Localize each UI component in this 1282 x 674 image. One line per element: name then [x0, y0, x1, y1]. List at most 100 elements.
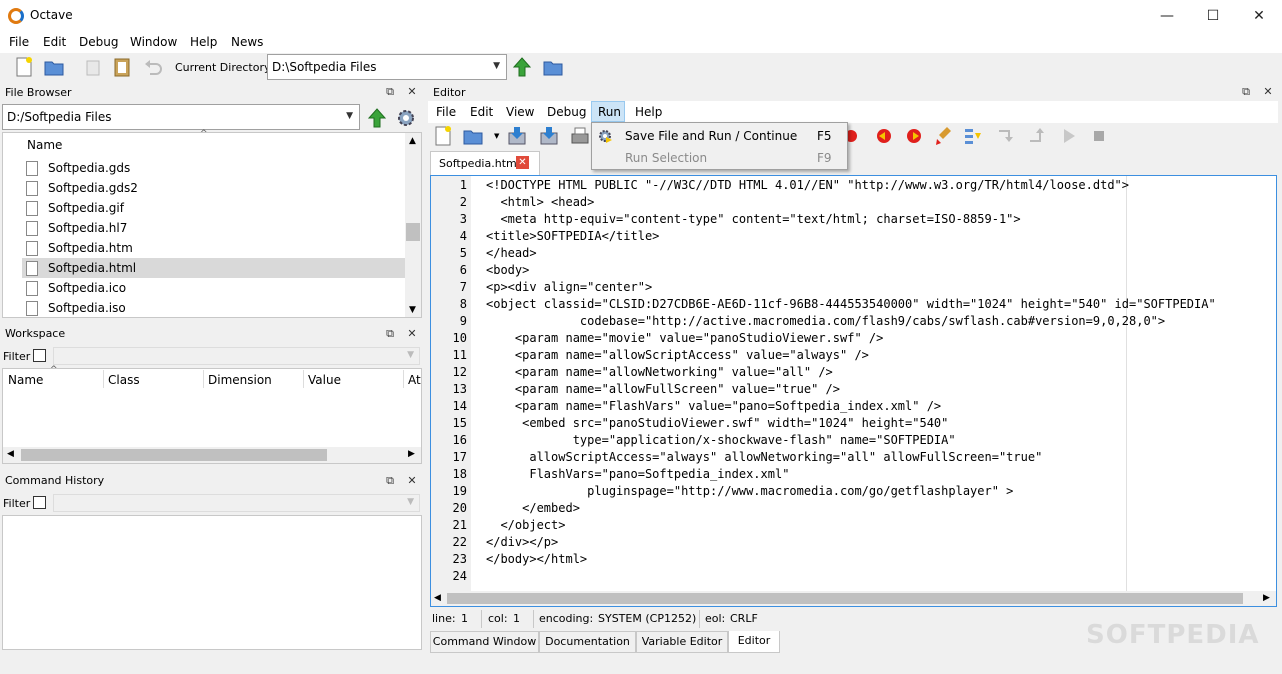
tab-variable-editor[interactable]: Variable Editor — [636, 631, 728, 653]
history-filter-input[interactable]: ▼ — [53, 494, 420, 512]
save-as-icon[interactable] — [538, 125, 560, 147]
step-in-icon[interactable] — [995, 125, 1017, 147]
editor-file-tab[interactable]: Softpedia.html ✕ — [430, 151, 540, 175]
clear-breakpoints-icon[interactable] — [933, 125, 955, 147]
file-browser-path-combo[interactable]: D:/Softpedia Files ▼ — [2, 104, 360, 130]
workspace-hscrollbar[interactable]: ◀ ▶ — [3, 447, 421, 463]
undock-icon[interactable]: ⧉ — [383, 327, 397, 341]
code-line[interactable]: <embed src="panoStudioViewer.swf" width=… — [486, 415, 1276, 432]
scroll-right-icon[interactable]: ▶ — [1263, 593, 1270, 603]
open-folder-icon[interactable] — [462, 125, 484, 147]
file-row[interactable]: Softpedia.html — [22, 258, 405, 278]
close-panel-icon[interactable]: ✕ — [405, 85, 419, 99]
workspace-col-class[interactable]: Class — [108, 373, 140, 387]
close-button[interactable]: ✕ — [1236, 0, 1282, 31]
file-row[interactable]: Softpedia.ico — [22, 278, 405, 298]
chevron-down-icon[interactable]: ▼ — [494, 132, 499, 140]
code-line[interactable]: </embed> — [486, 500, 1276, 517]
scroll-left-icon[interactable]: ◀ — [434, 593, 441, 603]
undock-icon[interactable]: ⧉ — [1239, 85, 1253, 99]
file-row[interactable]: Softpedia.gds2 — [22, 178, 405, 198]
command-history-list[interactable] — [2, 515, 422, 650]
editor-hscrollbar[interactable]: ◀ ▶ — [431, 591, 1276, 606]
code-line[interactable]: allowScriptAccess="always" allowNetworki… — [486, 449, 1276, 466]
step-icon[interactable] — [963, 125, 985, 147]
workspace-col-dimension[interactable]: Dimension — [208, 373, 272, 387]
scroll-left-icon[interactable]: ◀ — [7, 449, 14, 459]
code-line[interactable]: </body></html> — [486, 551, 1276, 568]
stop-icon[interactable] — [1088, 125, 1110, 147]
close-tab-icon[interactable]: ✕ — [516, 156, 529, 169]
code-line[interactable]: <param name="FlashVars" value="pano=Soft… — [486, 398, 1276, 415]
code-line[interactable]: <html> <head> — [486, 194, 1276, 211]
code-line[interactable]: <param name="movie" value="panoStudioVie… — [486, 330, 1276, 347]
code-line[interactable]: <object classid="CLSID:D27CDB6E-AE6D-11c… — [486, 296, 1276, 313]
undock-icon[interactable]: ⧉ — [383, 85, 397, 99]
code-line[interactable]: <p><div align="center"> — [486, 279, 1276, 296]
browse-folder-icon[interactable] — [542, 56, 564, 78]
scroll-up-icon[interactable]: ▲ — [409, 136, 416, 146]
code-line[interactable]: </head> — [486, 245, 1276, 262]
menu-edit[interactable]: Edit — [43, 35, 66, 49]
scroll-thumb[interactable] — [447, 593, 1243, 604]
parent-directory-arrow-icon[interactable] — [511, 56, 533, 78]
step-out-icon[interactable] — [1026, 125, 1048, 147]
editor-menu-debug[interactable]: Debug — [547, 105, 586, 119]
tab-documentation[interactable]: Documentation — [539, 631, 636, 653]
print-icon[interactable] — [569, 125, 591, 147]
scroll-thumb[interactable] — [21, 449, 327, 461]
code-line[interactable]: codebase="http://active.macromedia.com/f… — [486, 313, 1276, 330]
code-line[interactable]: pluginspage="http://www.macromedia.com/g… — [486, 483, 1276, 500]
new-file-icon[interactable] — [13, 56, 35, 78]
editor-menu-file[interactable]: File — [436, 105, 456, 119]
new-file-icon[interactable] — [432, 125, 454, 147]
scroll-thumb[interactable] — [406, 223, 420, 241]
workspace-col-name[interactable]: Name — [8, 373, 43, 387]
editor-menu-help[interactable]: Help — [635, 105, 662, 119]
menu-item-run-selection[interactable]: Run Selection — [625, 151, 707, 165]
code-line[interactable]: </div></p> — [486, 534, 1276, 551]
workspace-filter-input[interactable]: ▼ — [53, 347, 420, 365]
editor-menu-view[interactable]: View — [506, 105, 534, 119]
menu-file[interactable]: File — [9, 35, 29, 49]
maximize-button[interactable]: ☐ — [1190, 0, 1236, 31]
code-line[interactable]: </object> — [486, 517, 1276, 534]
next-breakpoint-icon[interactable] — [903, 125, 925, 147]
tab-editor[interactable]: Editor — [728, 631, 780, 653]
code-line[interactable]: <meta http-equiv="content-type" content=… — [486, 211, 1276, 228]
editor-menu-run[interactable]: Run — [598, 105, 621, 119]
undo-icon[interactable] — [142, 56, 164, 78]
menu-news[interactable]: News — [231, 35, 263, 49]
tab-command-window[interactable]: Command Window — [430, 631, 539, 653]
open-folder-icon[interactable] — [43, 56, 65, 78]
column-header-name[interactable]: Name — [27, 138, 62, 152]
file-row[interactable]: Softpedia.htm — [22, 238, 405, 258]
minimize-button[interactable]: — — [1144, 0, 1190, 31]
workspace-filter-checkbox[interactable] — [33, 349, 46, 362]
history-filter-checkbox[interactable] — [33, 496, 46, 509]
close-panel-icon[interactable]: ✕ — [405, 474, 419, 488]
code-line[interactable]: <param name="allowScriptAccess" value="a… — [486, 347, 1276, 364]
code-line[interactable]: FlashVars="pano=Softpedia_index.xml" — [486, 466, 1276, 483]
close-panel-icon[interactable]: ✕ — [1261, 85, 1275, 99]
code-line[interactable]: <param name="allowFullScreen" value="tru… — [486, 381, 1276, 398]
previous-breakpoint-icon[interactable] — [873, 125, 895, 147]
current-directory-combo[interactable]: D:\Softpedia Files ▼ — [267, 54, 507, 80]
code-line[interactable]: <title>SOFTPEDIA</title> — [486, 228, 1276, 245]
save-icon[interactable] — [506, 125, 528, 147]
code-line[interactable]: <!DOCTYPE HTML PUBLIC "-//W3C//DTD HTML … — [486, 177, 1276, 194]
code-line[interactable]: type="application/x-shockwave-flash" nam… — [486, 432, 1276, 449]
file-row[interactable]: Softpedia.gif — [22, 198, 405, 218]
file-row[interactable]: Softpedia.iso — [22, 298, 405, 318]
file-row[interactable]: Softpedia.hl7 — [22, 218, 405, 238]
scroll-right-icon[interactable]: ▶ — [408, 449, 415, 459]
gear-icon[interactable] — [395, 107, 417, 129]
scroll-down-icon[interactable]: ▼ — [409, 305, 416, 315]
menu-window[interactable]: Window — [130, 35, 177, 49]
copy-icon[interactable] — [82, 56, 104, 78]
undock-icon[interactable]: ⧉ — [383, 474, 397, 488]
close-panel-icon[interactable]: ✕ — [405, 327, 419, 341]
file-row[interactable]: Softpedia.gds — [22, 158, 405, 178]
file-list-scrollbar[interactable]: ▲ ▼ — [405, 133, 421, 317]
menu-debug[interactable]: Debug — [79, 35, 118, 49]
